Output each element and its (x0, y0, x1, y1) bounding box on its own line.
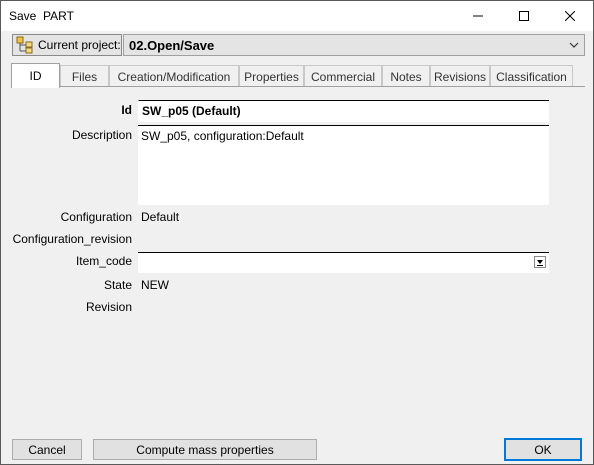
current-project-label: Current project: (38, 38, 121, 52)
title-bar: Save PART (1, 1, 593, 31)
tab-revisions[interactable]: Revisions (430, 65, 490, 87)
item-code-field[interactable] (138, 252, 549, 273)
configuration-value: Default (141, 210, 180, 224)
revision-label: Revision (85, 300, 132, 314)
item-code-label: Item_code (75, 254, 132, 268)
minimize-button[interactable] (455, 1, 501, 31)
cancel-button[interactable]: Cancel (12, 439, 82, 460)
tab-files[interactable]: Files (60, 65, 109, 87)
compute-mass-properties-button[interactable]: Compute mass properties (93, 439, 317, 460)
description-label: Description (71, 128, 132, 142)
tab-classification[interactable]: Classification (490, 65, 573, 87)
tab-creation-modification[interactable]: Creation/Modification (109, 65, 239, 87)
description-value: SW_p05, configuration:Default (141, 129, 304, 143)
configuration-label: Configuration (60, 210, 132, 224)
chevron-down-icon (569, 42, 579, 48)
project-tree-icon (16, 36, 34, 54)
maximize-button[interactable] (501, 1, 547, 31)
window-title: Save PART (9, 9, 74, 23)
configuration-revision-label: Configuration_revision (12, 232, 132, 246)
project-dropdown-value: 02.Open/Save (129, 38, 215, 53)
id-label: Id (121, 103, 132, 117)
tab-notes[interactable]: Notes (382, 65, 430, 87)
minimize-icon (473, 15, 483, 17)
tab-divider (11, 86, 585, 87)
ok-button[interactable]: OK (504, 438, 582, 461)
state-value: NEW (141, 278, 169, 292)
current-project-button[interactable]: Current project: (12, 34, 122, 56)
state-label: State (103, 278, 132, 292)
description-field[interactable]: SW_p05, configuration:Default (138, 125, 549, 205)
dropdown-arrow-icon[interactable] (534, 256, 546, 268)
tab-commercial[interactable]: Commercial (304, 65, 382, 87)
id-value: SW_p05 (Default) (142, 104, 241, 118)
close-button[interactable] (547, 1, 593, 31)
id-field[interactable]: SW_p05 (Default) (138, 100, 549, 122)
project-dropdown[interactable]: 02.Open/Save (123, 34, 585, 56)
maximize-icon (519, 11, 529, 21)
save-part-dialog: Save PART Current project: 02.Open/Save (0, 0, 594, 465)
tab-properties[interactable]: Properties (239, 65, 304, 87)
close-icon (565, 11, 575, 21)
tab-id[interactable]: ID (11, 63, 60, 88)
